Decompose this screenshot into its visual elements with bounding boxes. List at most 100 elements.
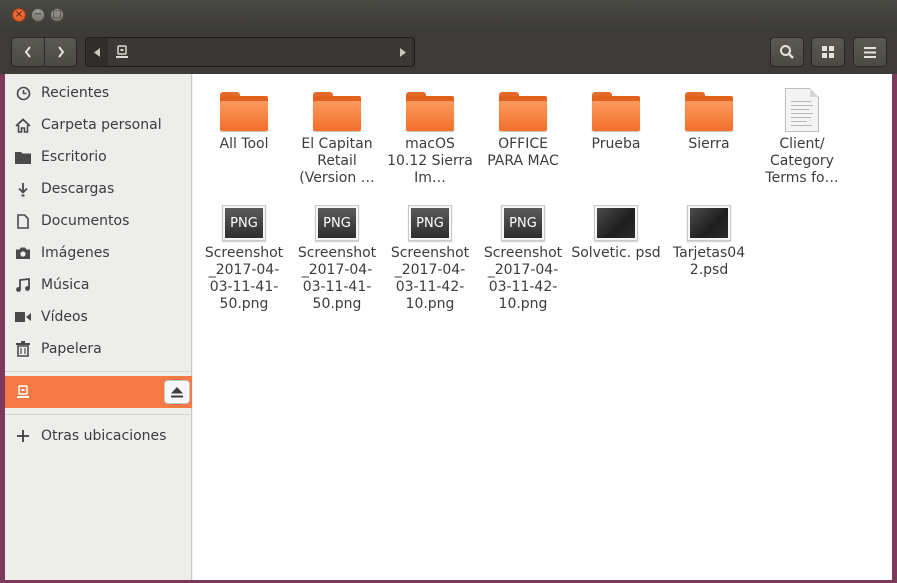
eject-button[interactable] <box>164 380 190 404</box>
file-manager-window: × − □ Recientes Carpeta personal Escrito… <box>0 0 897 583</box>
file-name: Screenshot _2017-04-03-11-41-50.png <box>297 245 377 312</box>
minimize-window-button[interactable]: − <box>31 8 45 22</box>
back-button[interactable] <box>12 38 45 66</box>
folder-icon <box>499 92 547 132</box>
file-item-document[interactable]: Client/ Category Terms fo… <box>757 84 847 187</box>
folder-icon <box>15 152 31 164</box>
text-document-icon <box>785 88 819 132</box>
drive-icon <box>116 45 128 58</box>
drive-icon <box>17 385 29 398</box>
file-name: Prueba <box>591 136 641 152</box>
sidebar-divider <box>5 414 192 415</box>
file-item-folder[interactable]: El Capitan Retail (Version … <box>292 84 382 187</box>
music-icon <box>16 277 30 292</box>
sidebar-item-label: Recientes <box>41 85 110 101</box>
sidebar-item-label: Descargas <box>41 181 115 197</box>
sidebar-item-otras-ubicaciones[interactable]: Otras ubicaciones <box>5 420 192 452</box>
png-thumbnail-icon: PNG <box>501 205 545 241</box>
file-name: OFFICE PARA MAC <box>487 136 559 169</box>
file-name: Client/ Category Terms fo… <box>765 136 839 186</box>
download-icon <box>18 182 28 196</box>
file-item-image[interactable]: PNG Screenshot _2017-04-03-11-41-50.png <box>199 193 289 313</box>
path-crumb-drive[interactable] <box>108 38 412 66</box>
forward-button[interactable] <box>45 38 77 66</box>
close-window-button[interactable]: × <box>12 8 26 22</box>
path-scroll-right-button[interactable] <box>394 38 412 66</box>
sidebar-divider <box>5 371 192 372</box>
file-name: Screenshot _2017-04-03-11-42-10.png <box>390 245 470 312</box>
sidebar-item-label: Otras ubicaciones <box>41 428 167 444</box>
sidebar-item-label: Documentos <box>41 213 130 229</box>
png-thumbnail-icon: PNG <box>315 205 359 241</box>
maximize-icon: □ <box>52 9 62 20</box>
camera-icon <box>16 247 30 259</box>
file-view: All Tool El Capitan Retail (Version … ma… <box>193 74 892 580</box>
sidebar-item-label: Imágenes <box>41 245 110 261</box>
search-button[interactable] <box>770 37 804 67</box>
sidebar-item-label: Escritorio <box>41 149 107 165</box>
file-item-psd[interactable]: Tarjetas04 2.psd <box>664 193 754 279</box>
hamburger-menu-icon <box>864 46 876 58</box>
sidebar-item-label: Música <box>41 277 90 293</box>
maximize-window-button[interactable]: □ <box>50 8 64 22</box>
header-toolbar <box>0 30 897 74</box>
menu-button[interactable] <box>853 37 887 67</box>
sidebar-item-videos[interactable]: Vídeos <box>5 301 192 333</box>
file-item-folder[interactable]: Sierra <box>664 84 754 153</box>
sidebar-item-label: Papelera <box>41 341 102 357</box>
file-item-folder[interactable]: All Tool <box>199 84 289 153</box>
folder-icon <box>592 92 640 132</box>
folder-icon <box>406 92 454 132</box>
document-icon <box>17 213 29 229</box>
plus-icon <box>17 430 29 442</box>
sidebar-item-descargas[interactable]: Descargas <box>5 173 192 205</box>
psd-thumbnail-icon <box>687 205 731 241</box>
sidebar-item-recientes[interactable]: Recientes <box>5 77 192 109</box>
chevron-right-icon <box>58 46 65 58</box>
title-bar: × − □ <box>0 0 897 30</box>
sidebar-item-label: Carpeta personal <box>41 117 162 133</box>
folder-icon <box>685 92 733 132</box>
sidebar-item-imagenes[interactable]: Imágenes <box>5 237 192 269</box>
file-item-image[interactable]: PNG Screenshot _2017-04-03-11-41-50.png <box>292 193 382 313</box>
file-name: Screenshot _2017-04-03-11-41-50.png <box>204 245 284 312</box>
triangle-right-icon <box>400 47 406 57</box>
folder-icon <box>220 92 268 132</box>
file-name: Screenshot _2017-04-03-11-42-10.png <box>483 245 563 312</box>
search-icon <box>780 45 794 59</box>
view-mode-button[interactable] <box>811 37 845 67</box>
file-name: Sierra <box>688 136 730 152</box>
png-thumbnail-icon: PNG <box>408 205 452 241</box>
sidebar-item-musica[interactable]: Música <box>5 269 192 301</box>
window-right-border <box>892 74 897 583</box>
close-icon: × <box>14 9 24 20</box>
sidebar-item-label: Vídeos <box>41 309 88 325</box>
folder-icon <box>313 92 361 132</box>
sidebar-item-documentos[interactable]: Documentos <box>5 205 192 237</box>
navigation-buttons <box>11 37 77 67</box>
sidebar-item-carpeta-personal[interactable]: Carpeta personal <box>5 109 192 141</box>
sidebar: Recientes Carpeta personal Escritorio De… <box>5 74 192 580</box>
file-name: All Tool <box>219 136 269 152</box>
sidebar-item-device[interactable] <box>5 376 192 408</box>
file-name: El Capitan Retail (Version … <box>299 136 375 186</box>
eject-icon <box>171 386 183 397</box>
png-thumbnail-icon: PNG <box>222 205 266 241</box>
file-item-image[interactable]: PNG Screenshot _2017-04-03-11-42-10.png <box>385 193 475 313</box>
path-bar <box>85 37 415 67</box>
file-item-psd[interactable]: Solvetic. psd <box>571 193 661 262</box>
file-item-folder[interactable]: OFFICE PARA MAC <box>478 84 568 170</box>
home-icon <box>15 117 31 133</box>
grid-view-icon <box>822 46 834 58</box>
psd-thumbnail-icon <box>594 205 638 241</box>
minimize-icon: − <box>33 9 43 20</box>
sidebar-item-escritorio[interactable]: Escritorio <box>5 141 192 173</box>
path-scroll-left-button[interactable] <box>88 38 106 66</box>
file-item-image[interactable]: PNG Screenshot _2017-04-03-11-42-10.png <box>478 193 568 313</box>
chevron-left-icon <box>24 46 31 58</box>
triangle-left-icon <box>94 47 100 57</box>
video-icon <box>15 312 31 322</box>
file-item-folder[interactable]: Prueba <box>571 84 661 153</box>
sidebar-item-papelera[interactable]: Papelera <box>5 333 192 365</box>
file-item-folder[interactable]: macOS 10.12 Sierra Im… <box>385 84 475 187</box>
